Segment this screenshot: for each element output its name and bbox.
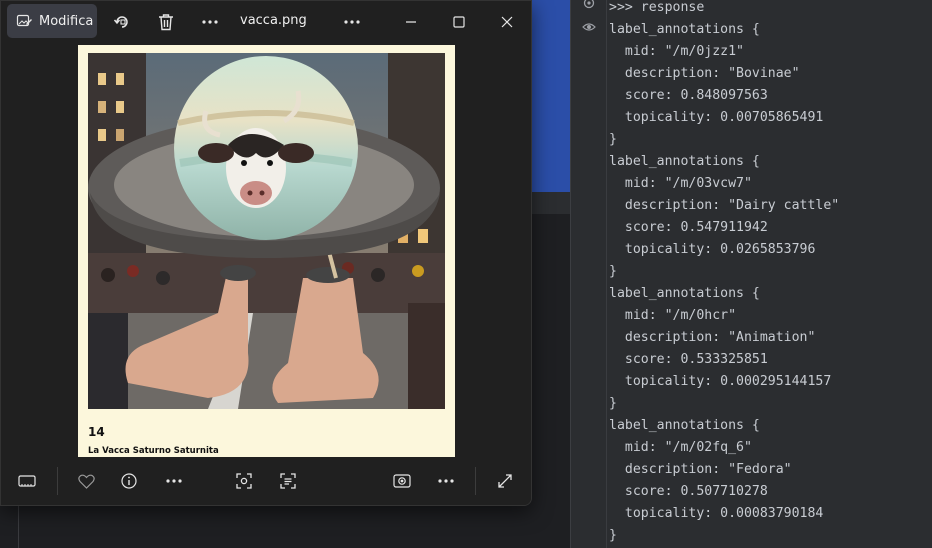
console-line: mid: "/m/03vcw7" [609,176,752,191]
console-output: >>> response label_annotations { mid: "/… [609,0,839,547]
console-line: topicality: 0.000295144157 [609,374,832,389]
console-line: score: 0.848097563 [609,88,768,103]
console-line: score: 0.507710278 [609,484,768,499]
editor-selection-highlight [530,0,570,192]
eye-icon[interactable] [582,20,596,34]
console-line: >>> response [609,0,705,15]
gear-icon[interactable] [582,0,596,10]
info-icon [121,473,137,489]
cow-saturn-image [88,53,445,409]
maximize-button[interactable] [446,9,472,35]
console-line: topicality: 0.0265853796 [609,242,816,257]
fullscreen-button[interactable] [492,468,518,494]
console-line: label_annotations { [609,154,760,169]
bottom-toolbar [1,457,531,505]
file-more-button[interactable] [339,9,365,35]
more-icon [202,20,218,24]
console-line: topicality: 0.00083790184 [609,506,824,521]
trash-icon [159,14,173,31]
toolbar-divider [57,467,58,495]
minimize-icon [406,21,416,23]
console-line: } [609,132,617,147]
filmstrip-icon [18,475,36,487]
favorite-button[interactable] [73,468,99,494]
edit-button[interactable]: Modifica [7,4,97,38]
maximize-icon [453,16,465,28]
console-line: label_annotations { [609,286,760,301]
console-line: description: "Dairy cattle" [609,198,840,213]
edit-button-label: Modifica [39,13,94,29]
more-icon [438,479,454,483]
close-icon [501,16,513,28]
photo-viewer-window: Modifica vacca.png 14 La Vacca Saturno S… [0,0,532,506]
title-bar: Modifica vacca.png [1,1,531,41]
image-more-button[interactable] [433,468,459,494]
console-line: } [609,396,617,411]
extract-text-button[interactable] [275,468,301,494]
more-icon [166,479,182,483]
editor-tab-strip [530,192,570,214]
console-line: description: "Fedora" [609,462,792,477]
console-line: description: "Animation" [609,330,816,345]
visual-search-button[interactable] [231,468,257,494]
close-button[interactable] [494,9,520,35]
console-line: } [609,264,617,279]
python-console: >>> response label_annotations { mid: "/… [570,0,932,548]
minimize-button[interactable] [398,9,424,35]
console-toolbar [571,0,607,548]
image-canvas[interactable]: 14 La Vacca Saturno Saturnita [1,41,531,457]
console-line: mid: "/m/0jzz1" [609,44,744,59]
console-line: mid: "/m/02fq_6" [609,440,752,455]
visual-search-icon [236,473,252,489]
background-button[interactable] [389,468,415,494]
more-icon [344,20,360,24]
card-caption: La Vacca Saturno Saturnita [88,446,219,456]
toolbar-divider [475,467,476,495]
file-name: vacca.png [240,13,307,28]
fullscreen-icon [498,474,512,488]
delete-button[interactable] [153,9,179,35]
editor-gutter-line [18,504,19,548]
console-line: score: 0.533325851 [609,352,768,367]
info-button[interactable] [116,468,142,494]
console-line: score: 0.547911942 [609,220,768,235]
photo-card: 14 La Vacca Saturno Saturnita [78,45,455,457]
card-number: 14 [88,425,105,439]
rotate-button[interactable] [109,9,135,35]
edit-image-icon [16,14,32,27]
console-line: mid: "/m/0hcr" [609,308,737,323]
filmstrip-button[interactable] [14,468,40,494]
console-line: label_annotations { [609,22,760,37]
console-line: description: "Bovinae" [609,66,800,81]
extract-text-icon [280,473,296,489]
console-line: label_annotations { [609,418,760,433]
console-line: } [609,528,617,543]
heart-icon [77,474,95,489]
background-icon [393,474,411,488]
console-line: topicality: 0.00705865491 [609,110,824,125]
toolbar-more-button[interactable] [161,468,187,494]
rotate-icon [113,16,128,28]
more-button[interactable] [197,9,223,35]
